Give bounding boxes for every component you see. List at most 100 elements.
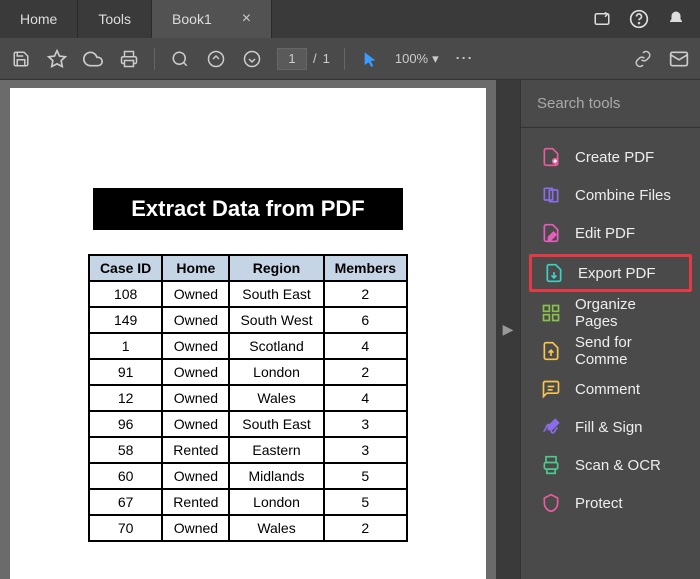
table-row: 1OwnedScotland4 [89,333,407,359]
tool-protect[interactable]: Protect [521,484,700,522]
comment-icon [541,379,561,399]
table-cell: 67 [89,489,162,515]
tool-send[interactable]: Send for Comme [521,332,700,370]
table-cell: 149 [89,307,162,333]
table-cell: Wales [229,515,323,541]
table-cell: 3 [324,437,407,463]
link-icon[interactable] [632,48,654,70]
table-cell: 4 [324,333,407,359]
cloud-icon[interactable] [82,48,104,70]
table-cell: 1 [89,333,162,359]
table-cell: 6 [324,307,407,333]
table-row: 67RentedLondon5 [89,489,407,515]
table-row: 12OwnedWales4 [89,385,407,411]
table-cell: 96 [89,411,162,437]
tool-label: Edit PDF [575,225,635,242]
table-cell: Owned [162,359,229,385]
tab-home[interactable]: Home [0,0,78,38]
more-icon[interactable]: ⋯ [453,48,475,70]
table-cell: 70 [89,515,162,541]
top-tab-bar: Home Tools Book1 × [0,0,700,38]
find-icon[interactable] [169,48,191,70]
table-cell: 3 [324,411,407,437]
table-cell: London [229,489,323,515]
table-cell: Owned [162,281,229,307]
protect-icon [541,493,561,513]
table-cell: South East [229,411,323,437]
star-icon[interactable] [46,48,68,70]
table-cell: South East [229,281,323,307]
table-cell: Owned [162,411,229,437]
table-cell: Rented [162,489,229,515]
panel-divider[interactable]: ▶ [496,80,520,579]
tool-label: Organize Pages [575,296,680,330]
column-header: Home [162,255,229,281]
tool-edit[interactable]: Edit PDF [521,214,700,252]
tools-sidebar: Search tools Create PDFCombine Files Edit… [520,80,700,579]
edit-icon [541,223,561,243]
tool-scan[interactable]: Scan & OCR [521,446,700,484]
document-viewport[interactable]: Extract Data from PDF Case IDHomeRegionM… [0,80,496,579]
table-cell: 58 [89,437,162,463]
table-cell: 4 [324,385,407,411]
zoom-control[interactable]: 100% ▾ [395,51,439,67]
tool-label: Protect [575,495,623,512]
page-indicator: 1 / 1 [277,48,330,70]
data-table: Case IDHomeRegionMembers 108OwnedSouth E… [88,254,408,542]
table-cell: 5 [324,489,407,515]
table-cell: 12 [89,385,162,411]
selection-tool-icon[interactable] [359,48,381,70]
table-cell: Owned [162,333,229,359]
table-cell: 60 [89,463,162,489]
table-cell: Eastern [229,437,323,463]
combine-icon [541,185,561,205]
main-area: Extract Data from PDF Case IDHomeRegionM… [0,80,700,579]
tool-organize[interactable]: Organize Pages [521,294,700,332]
tab-document[interactable]: Book1 × [152,0,272,38]
tool-combine[interactable]: Combine Files [521,176,700,214]
pdf-page: Extract Data from PDF Case IDHomeRegionM… [10,88,486,579]
chevron-down-icon: ▾ [432,51,439,67]
scan-icon [541,455,561,475]
tool-label: Export PDF [578,265,656,282]
table-cell: 91 [89,359,162,385]
column-header: Region [229,255,323,281]
help-icon[interactable] [629,9,649,29]
tool-export[interactable]: Export PDF [529,254,692,292]
tool-create[interactable]: Create PDF [521,138,700,176]
page-down-icon[interactable] [241,48,263,70]
column-header: Case ID [89,255,162,281]
tab-tools[interactable]: Tools [78,0,152,38]
table-cell: Midlands [229,463,323,489]
table-cell: London [229,359,323,385]
tab-document-label: Book1 [172,11,212,27]
share-icon[interactable] [593,10,611,28]
search-tools-input[interactable]: Search tools [521,80,700,128]
table-cell: 2 [324,515,407,541]
tool-comment[interactable]: Comment [521,370,700,408]
page-separator: / [313,51,317,66]
table-cell: 2 [324,281,407,307]
tool-sign[interactable]: Fill & Sign [521,408,700,446]
table-cell: Scotland [229,333,323,359]
zoom-value: 100% [395,51,428,66]
table-cell: South West [229,307,323,333]
table-cell: Rented [162,437,229,463]
table-row: 149OwnedSouth West6 [89,307,407,333]
tool-label: Comment [575,381,640,398]
organize-icon [541,303,561,323]
export-icon [544,263,564,283]
bell-icon[interactable] [667,10,685,28]
save-icon[interactable] [10,48,32,70]
table-cell: Owned [162,385,229,411]
close-icon[interactable]: × [242,10,251,28]
table-row: 91OwnedLondon2 [89,359,407,385]
page-up-icon[interactable] [205,48,227,70]
page-input[interactable]: 1 [277,48,307,70]
print-icon[interactable] [118,48,140,70]
toolbar: 1 / 1 100% ▾ ⋯ [0,38,700,80]
table-row: 96OwnedSouth East3 [89,411,407,437]
table-cell: Owned [162,307,229,333]
table-cell: Owned [162,515,229,541]
mail-icon[interactable] [668,48,690,70]
